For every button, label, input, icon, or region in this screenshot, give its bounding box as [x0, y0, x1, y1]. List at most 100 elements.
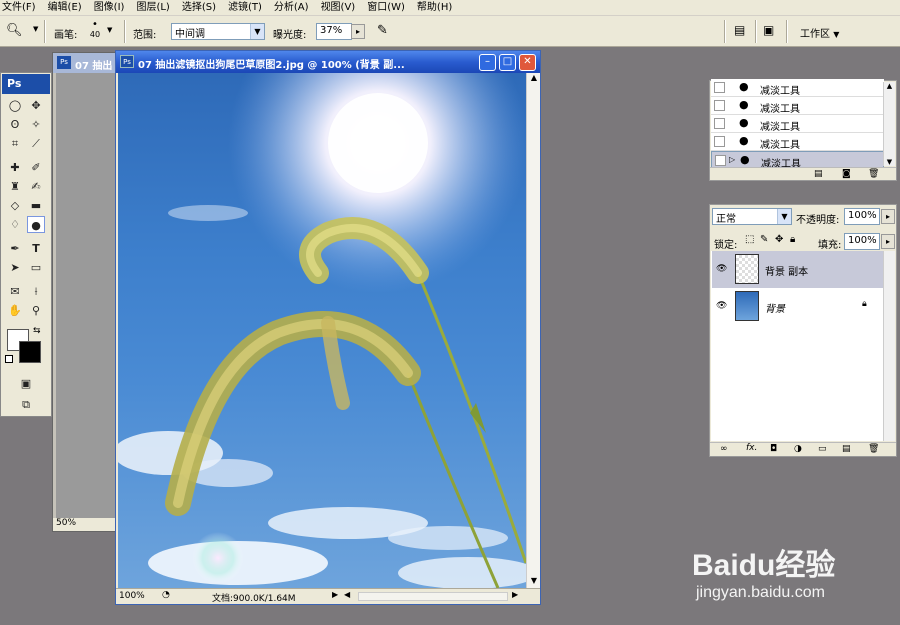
range-select[interactable]: 中间调 ▼: [171, 23, 265, 40]
lock-all-icon[interactable]: 🔒︎: [790, 234, 795, 245]
history-checkbox[interactable]: [714, 118, 725, 129]
history-scrollbar[interactable]: ▲ ▼: [883, 82, 895, 166]
exposure-input[interactable]: 37%: [316, 23, 352, 40]
new-layer-icon[interactable]: ▤: [842, 444, 851, 454]
layer-row[interactable]: 👁︎ 背景 🔒︎: [712, 288, 885, 325]
hand-icon[interactable]: ✋: [6, 302, 24, 319]
healing-brush-icon[interactable]: ✚: [6, 159, 24, 176]
magic-wand-icon[interactable]: ✧: [27, 116, 45, 133]
status-menu-icon[interactable]: ◔: [162, 590, 170, 600]
history-checkbox[interactable]: [714, 100, 725, 111]
exposure-slider-button[interactable]: ▸: [351, 24, 365, 39]
scroll-up-icon[interactable]: ▲: [884, 82, 895, 90]
marquee-icon[interactable]: ◯: [6, 97, 24, 114]
history-item[interactable]: ● 减淡工具: [711, 133, 884, 151]
gradient-icon[interactable]: ▬: [27, 197, 45, 214]
menu-layer[interactable]: 图层(L): [136, 1, 169, 15]
menu-window[interactable]: 窗口(W): [367, 1, 405, 15]
new-group-icon[interactable]: ▭: [818, 444, 827, 454]
workspace-button[interactable]: 工作区 ▼: [800, 25, 839, 40]
notes-icon[interactable]: ✉: [6, 283, 24, 300]
bridge-icon[interactable]: ▣: [763, 23, 774, 37]
eraser-icon[interactable]: ◇: [6, 197, 24, 214]
move-icon[interactable]: ✥: [27, 97, 45, 114]
photo-canvas[interactable]: [118, 73, 526, 588]
chevron-down-icon[interactable]: ▼: [107, 26, 112, 34]
add-mask-icon[interactable]: ◘: [770, 444, 777, 454]
fx-icon[interactable]: fx.: [746, 443, 757, 453]
brush-icon[interactable]: ✐: [27, 159, 45, 176]
eye-icon[interactable]: 👁︎: [716, 301, 727, 311]
eyedropper-icon[interactable]: ⟊: [27, 283, 45, 300]
blur-icon[interactable]: ♢: [6, 216, 24, 233]
type-icon[interactable]: T: [27, 240, 45, 257]
status-arrow-icon[interactable]: ▶: [332, 590, 338, 599]
layers-scrollbar[interactable]: [883, 251, 895, 441]
menu-help[interactable]: 帮助(H): [417, 1, 452, 15]
vertical-scrollbar[interactable]: ▲ ▼: [526, 73, 540, 588]
main-doc-zoom[interactable]: 100%: [119, 591, 145, 601]
clone-stamp-icon[interactable]: ♜: [6, 178, 24, 195]
opacity-input[interactable]: 100%: [844, 208, 880, 225]
screen-mode-icon[interactable]: ⧉: [17, 396, 35, 413]
link-icon[interactable]: ∞: [720, 444, 728, 454]
blend-mode-select[interactable]: 正常 ▼: [712, 208, 792, 225]
fill-input[interactable]: 100%: [844, 233, 880, 250]
lasso-icon[interactable]: ʘ: [6, 116, 24, 133]
background-document-window[interactable]: 07 抽出 Ps 50%: [52, 52, 120, 532]
menu-filter[interactable]: 滤镜(T): [228, 1, 262, 15]
adjustment-layer-icon[interactable]: ◑: [794, 444, 802, 454]
palette-well-icon[interactable]: ▤: [734, 23, 745, 37]
trash-icon[interactable]: 🗑︎: [868, 444, 879, 454]
eye-icon[interactable]: 👁︎: [716, 264, 727, 274]
minimize-button[interactable]: –: [479, 54, 496, 71]
scroll-up-icon[interactable]: ▲: [528, 73, 540, 85]
quick-mask-icon[interactable]: ▣: [17, 375, 35, 392]
swap-colors-icon[interactable]: ⇆: [33, 326, 41, 336]
airbrush-icon[interactable]: ✎: [377, 23, 388, 38]
layer-row-selected[interactable]: 👁︎ 背景 副本: [712, 251, 885, 288]
crop-icon[interactable]: ⌗: [6, 135, 24, 152]
slice-icon[interactable]: ⟋: [27, 135, 45, 152]
scroll-down-icon[interactable]: ▼: [884, 158, 895, 166]
trash-icon[interactable]: 🗑︎: [868, 169, 879, 179]
menu-image[interactable]: 图像(I): [94, 1, 125, 15]
lock-transparency-icon[interactable]: ⬚: [745, 234, 754, 245]
close-button[interactable]: ✕: [519, 54, 536, 71]
main-document-window[interactable]: 07 抽出滤镜抠出狗尾巴草原图2.jpg @ 100% (背景 副... Ps …: [115, 50, 541, 605]
lock-pixels-icon[interactable]: ✎: [760, 234, 768, 245]
scroll-down-icon[interactable]: ▼: [528, 576, 540, 588]
dodge-tool-preset-icon[interactable]: 🔍︎: [6, 23, 23, 38]
history-brush-icon[interactable]: ✍: [27, 178, 45, 195]
opacity-slider-button[interactable]: ▸: [881, 209, 895, 224]
history-checkbox[interactable]: [715, 155, 726, 166]
background-color-swatch[interactable]: [19, 341, 41, 363]
shape-icon[interactable]: ▭: [27, 259, 45, 276]
lock-position-icon[interactable]: ✥: [775, 234, 783, 245]
menu-edit[interactable]: 编辑(E): [48, 1, 82, 15]
history-checkbox[interactable]: [714, 82, 725, 93]
history-item[interactable]: ● 减淡工具: [711, 115, 884, 133]
brush-preview[interactable]: • 40: [87, 20, 103, 40]
horizontal-scrollbar[interactable]: [358, 592, 508, 601]
scroll-left-icon[interactable]: ◀: [344, 590, 350, 599]
back-doc-zoom[interactable]: 50%: [56, 518, 76, 528]
chevron-down-icon[interactable]: ▼: [33, 25, 38, 33]
main-doc-title[interactable]: 07 抽出滤镜抠出狗尾巴草原图2.jpg @ 100% (背景 副...: [116, 51, 540, 73]
path-selection-icon[interactable]: ➤: [6, 259, 24, 276]
history-item[interactable]: ● 减淡工具: [711, 79, 884, 97]
zoom-icon[interactable]: ⚲: [27, 302, 45, 319]
new-document-icon[interactable]: ▤: [814, 169, 823, 179]
maximize-button[interactable]: □: [499, 54, 516, 71]
snapshot-icon[interactable]: ◙: [842, 169, 851, 179]
menu-view[interactable]: 视图(V): [321, 1, 356, 15]
scroll-right-icon[interactable]: ▶: [512, 590, 518, 599]
fill-slider-button[interactable]: ▸: [881, 234, 895, 249]
dodge-icon[interactable]: ●: [27, 216, 45, 233]
menu-analysis[interactable]: 分析(A): [274, 1, 309, 15]
history-checkbox[interactable]: [714, 136, 725, 147]
default-colors-icon[interactable]: [5, 355, 13, 363]
menu-file[interactable]: 文件(F): [2, 1, 36, 15]
pen-icon[interactable]: ✒: [6, 240, 24, 257]
menu-select[interactable]: 选择(S): [182, 1, 216, 15]
